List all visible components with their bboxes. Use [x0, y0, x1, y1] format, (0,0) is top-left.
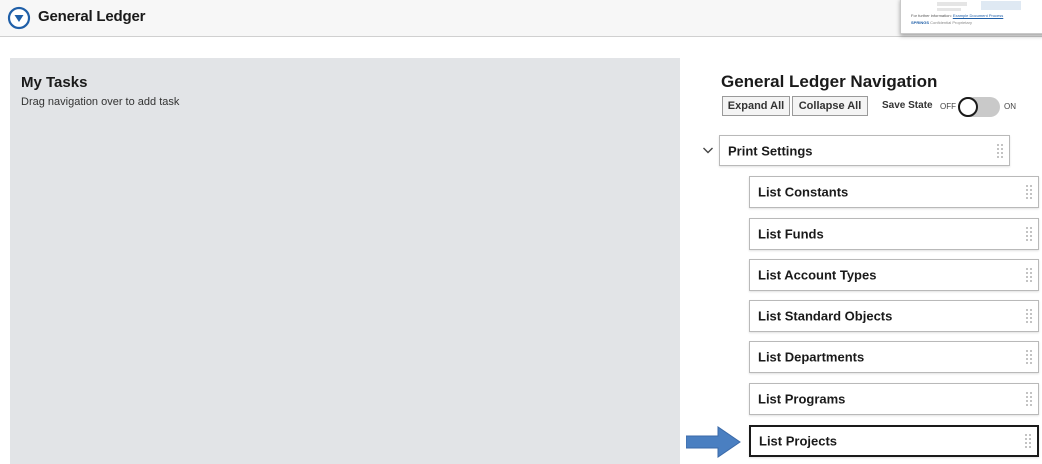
my-tasks-title: My Tasks [21, 74, 88, 91]
thumbnail-brand-sub: Confidential Proprietary [930, 20, 972, 25]
nav-item-label: Print Settings [728, 143, 813, 158]
navigation-title: General Ledger Navigation [721, 72, 938, 91]
chevron-down-icon[interactable] [701, 143, 715, 157]
document-thumbnail[interactable]: For further information: Example Documen… [900, 0, 1042, 34]
drag-handle-icon[interactable] [1026, 226, 1032, 242]
nav-item-label: List Constants [758, 184, 849, 200]
nav-item-list-funds[interactable]: List Funds [749, 218, 1039, 250]
thumbnail-text: For further information: Example Documen… [911, 13, 1003, 18]
toggle-off-label: OFF [940, 102, 956, 111]
nav-item-label: List Account Types [758, 267, 877, 283]
drag-handle-icon[interactable] [1026, 184, 1032, 200]
nav-item-list-programs[interactable]: List Programs [749, 383, 1039, 415]
nav-item-label: List Programs [758, 391, 846, 407]
page-title: General Ledger [38, 8, 146, 25]
nav-item-list-departments[interactable]: List Departments [749, 341, 1039, 373]
drag-handle-icon[interactable] [997, 143, 1003, 159]
save-state-label: Save State [882, 100, 933, 111]
my-tasks-hint: Drag navigation over to add task [21, 96, 180, 108]
save-state-toggle[interactable] [958, 97, 1000, 117]
collapse-all-button[interactable]: Collapse All [792, 96, 868, 116]
thumbnail-block [937, 8, 961, 11]
thumbnail-brand: SPRINGS Confidential Proprietary [911, 20, 972, 25]
nav-item-label: List Funds [758, 226, 824, 242]
nav-item-label: List Departments [758, 349, 865, 365]
nav-item-list-constants[interactable]: List Constants [749, 176, 1039, 208]
my-tasks-panel[interactable]: My Tasks Drag navigation over to add tas… [10, 58, 680, 464]
expand-all-button[interactable]: Expand All [722, 96, 790, 116]
toggle-knob [958, 97, 978, 117]
nav-item-list-standard-objects[interactable]: List Standard Objects [749, 300, 1039, 332]
drag-handle-icon[interactable] [1025, 433, 1031, 449]
nav-item-list-account-types[interactable]: List Account Types [749, 259, 1039, 291]
drag-handle-icon[interactable] [1026, 267, 1032, 283]
thumbnail-block [937, 2, 967, 6]
circle-chevron-down-icon[interactable] [7, 6, 31, 30]
nav-item-label: List Projects [759, 433, 838, 449]
app-header: General Ledger For further information: … [0, 0, 1042, 37]
drag-handle-icon[interactable] [1026, 308, 1032, 324]
nav-item-label: List Standard Objects [758, 308, 893, 324]
thumbnail-link[interactable]: Example Document Process [953, 13, 1003, 18]
thumbnail-brand-name: SPRINGS [911, 20, 930, 25]
thumbnail-text-prefix: For further information: [911, 13, 952, 18]
thumbnail-block [981, 1, 1021, 10]
toggle-on-label: ON [1004, 102, 1016, 111]
drag-handle-icon[interactable] [1026, 391, 1032, 407]
arrow-right-icon [686, 426, 741, 458]
nav-item-list-projects[interactable]: List Projects [749, 425, 1039, 457]
nav-item-print-settings[interactable]: Print Settings [719, 135, 1010, 166]
drag-handle-icon[interactable] [1026, 349, 1032, 365]
